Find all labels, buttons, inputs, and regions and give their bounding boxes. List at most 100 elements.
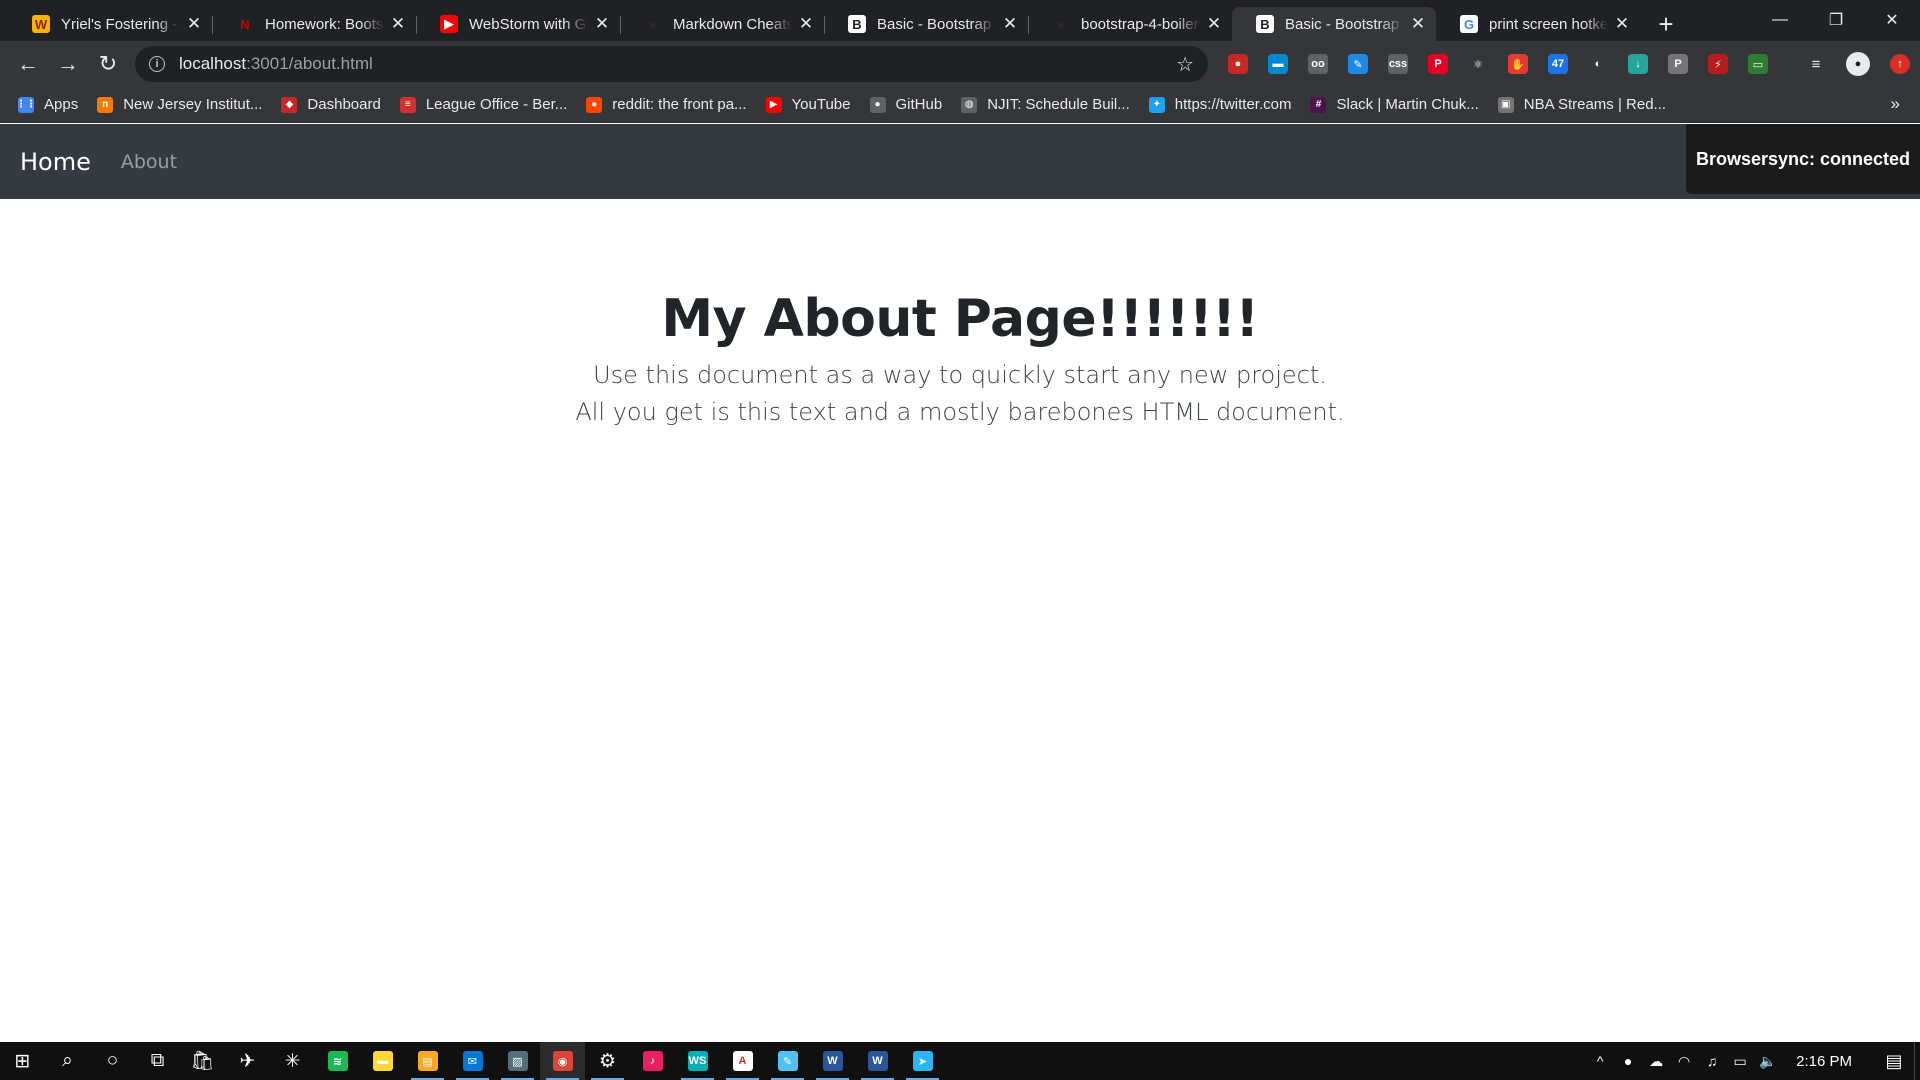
file-explorer-icon[interactable]: ▤ [405, 1042, 450, 1080]
close-tab-icon[interactable]: ✕ [1002, 14, 1018, 34]
minimize-button[interactable]: — [1752, 0, 1808, 40]
close-tab-icon[interactable]: ✕ [1410, 14, 1426, 34]
word-icon[interactable]: W [810, 1042, 855, 1080]
forward-button[interactable]: → [48, 44, 88, 84]
back-button[interactable]: ← [8, 44, 48, 84]
windows-taskbar: ⊞ ⌕ ○ ⧉ 🛍 ✈ ✳ ≋ ▬ ▤ ✉ ▨ ◉ ⚙ ♪ WS A ✎ W W ➤ ^ ● ☁ ◠ ♫ ▭ 🔈 2:16 PM ▤ [0, 1042, 1920, 1080]
show-desktop-button[interactable] [1914, 1042, 1920, 1080]
notepad-icon[interactable]: ✎ [765, 1042, 810, 1080]
satellite-icon[interactable]: ✈ [225, 1042, 270, 1080]
cortana-icon[interactable]: ○ [90, 1042, 135, 1080]
download-icon[interactable]: ↓ [1622, 49, 1654, 79]
close-tab-icon[interactable]: ✕ [594, 14, 610, 34]
pen-icon[interactable]: ✎ [1342, 49, 1374, 79]
record-icon[interactable]: ● [1222, 49, 1254, 79]
sticky-notes-icon[interactable]: ▬ [360, 1042, 405, 1080]
bookmark-item[interactable]: ✦ https://twitter.com [1148, 96, 1291, 113]
bookmark-item[interactable]: ● reddit: the front pa... [586, 96, 747, 113]
taskbar-clock[interactable]: 2:16 PM [1796, 1053, 1852, 1070]
browser-tab[interactable]: ● Markdown Cheatsheet ✕ [620, 7, 824, 41]
volume-icon[interactable]: 🔈 [1754, 1053, 1782, 1070]
acrobat-icon[interactable]: A [720, 1042, 765, 1080]
spotify-icon[interactable]: ≋ [315, 1042, 360, 1080]
battery-icon[interactable]: ▭ [1742, 49, 1774, 79]
apps-grid-icon: ⋮⋮ [16, 96, 36, 113]
satellite-icon-glyph: ✈ [239, 1050, 256, 1072]
task-view-icon[interactable]: ⧉ [135, 1042, 180, 1080]
nav-link-about[interactable]: About [121, 151, 177, 173]
media-controls-icon[interactable]: ≡ [1800, 49, 1832, 79]
p-icon[interactable]: P [1662, 49, 1694, 79]
browser-tab[interactable]: B Basic - Bootstrap 4 ✕ [824, 7, 1028, 41]
new-tab-button[interactable]: + [1648, 7, 1684, 41]
photos-icon[interactable]: ▨ [495, 1042, 540, 1080]
tray-music-icon[interactable]: ♫ [1698, 1053, 1726, 1069]
maximize-button[interactable]: ❐ [1808, 0, 1864, 40]
close-window-button[interactable]: ✕ [1864, 0, 1920, 40]
settings-icon[interactable]: ⚙ [585, 1042, 630, 1080]
bookmark-item[interactable]: ◆ Dashboard [281, 96, 381, 113]
close-tab-icon[interactable]: ✕ [1206, 14, 1222, 34]
bookmark-item[interactable]: ▣ NBA Streams | Red... [1497, 96, 1666, 113]
pdf-icon[interactable]: ⚡ [1702, 49, 1734, 79]
network-app-icon[interactable]: ✳ [270, 1042, 315, 1080]
word-icon[interactable]: W [855, 1042, 900, 1080]
itunes-icon[interactable]: ♪ [630, 1042, 675, 1080]
chrome-icon[interactable]: ◉ [540, 1042, 585, 1080]
css-icon[interactable]: css [1382, 49, 1414, 79]
browser-tab[interactable]: W Yriel's Fostering - Cat ✕ [8, 7, 212, 41]
close-tab-icon[interactable]: ✕ [390, 14, 406, 34]
store-icon-glyph: 🛍 [190, 1051, 215, 1072]
address-url[interactable]: localhost:3001/about.html [179, 54, 373, 74]
address-bar[interactable]: i localhost:3001/about.html ☆ [135, 46, 1208, 82]
browser-tab[interactable]: N Homework: Bootstrap ✕ [212, 7, 416, 41]
extensions-area: ● ▬ oo ✎ css P ⚛ ✋ 47 ◐ ↓ P ⚡ ▭ [1222, 49, 1774, 79]
react-icon-glyph: ⚛ [1468, 54, 1488, 74]
close-tab-icon[interactable]: ✕ [1614, 14, 1630, 34]
site-info-icon[interactable]: i [149, 56, 165, 72]
window-icon[interactable]: ▬ [1262, 49, 1294, 79]
feedback-icon[interactable]: ➤ [900, 1042, 945, 1080]
bookmark-item[interactable]: ≡ League Office - Ber... [399, 96, 567, 113]
browser-tab[interactable]: ▶ WebStorm with Git ✕ [416, 7, 620, 41]
tray-app-icon[interactable]: ● [1614, 1053, 1642, 1069]
badge-icon[interactable]: 47 [1542, 49, 1574, 79]
tab-title: print screen hotkey [1489, 15, 1608, 33]
browser-tab[interactable]: ● bootstrap-4-boilerplate ✕ [1028, 7, 1232, 41]
mail-icon-glyph: ✉ [462, 1051, 483, 1071]
tab-title: Homework: Bootstrap [265, 15, 384, 33]
stop-hand-icon[interactable]: ✋ [1502, 49, 1534, 79]
store-icon[interactable]: 🛍 [180, 1042, 225, 1080]
close-tab-icon[interactable]: ✕ [186, 14, 202, 34]
wifi-icon[interactable]: ◠ [1670, 1053, 1698, 1070]
battery-icon[interactable]: ▭ [1726, 1053, 1754, 1070]
action-center-icon[interactable]: ▤ [1874, 1051, 1914, 1072]
tab-title: Yriel's Fostering - Cat [61, 15, 180, 33]
profile-avatar[interactable]: ● [1842, 49, 1874, 79]
reload-button[interactable]: ↻ [88, 44, 128, 84]
bookmark-star-icon[interactable]: ☆ [1176, 52, 1194, 77]
bookmark-item[interactable]: ● GitHub [869, 96, 942, 113]
circle-icon[interactable]: ◐ [1582, 49, 1614, 79]
mail-icon[interactable]: ✉ [450, 1042, 495, 1080]
browser-tab[interactable]: Gprint screen hotkey ✕ [1436, 7, 1640, 41]
webstorm-icon[interactable]: WS [675, 1042, 720, 1080]
more-bookmarks-button[interactable]: » [1891, 94, 1900, 114]
browser-tab[interactable]: B Basic - Bootstrap 4 ✕ [1232, 7, 1436, 41]
start-icon[interactable]: ⊞ [0, 1042, 45, 1080]
update-icon[interactable]: ↑ [1884, 49, 1916, 79]
close-tab-icon[interactable]: ✕ [798, 14, 814, 34]
bookmarks-bar: ⋮⋮ Apps n New Jersey Institut... ◆ Dashboard ≡… [0, 87, 1920, 123]
search-icon[interactable]: ⌕ [45, 1042, 90, 1080]
bookmark-item[interactable]: ⋮⋮ Apps [16, 96, 78, 113]
react-icon[interactable]: ⚛ [1462, 49, 1494, 79]
onedrive-icon[interactable]: ☁ [1642, 1053, 1670, 1070]
bookmark-item[interactable]: n New Jersey Institut... [97, 96, 262, 113]
glasses-icon[interactable]: oo [1302, 49, 1334, 79]
tray-chevron-icon[interactable]: ^ [1586, 1053, 1614, 1069]
bookmark-item[interactable]: ◍ NJIT: Schedule Buil... [961, 96, 1130, 113]
bookmark-item[interactable]: ▶ YouTube [765, 96, 851, 113]
pinterest-icon[interactable]: P [1422, 49, 1454, 79]
navbar-brand-home[interactable]: Home [20, 148, 91, 176]
bookmark-item[interactable]: # Slack | Martin Chuk... [1310, 96, 1479, 113]
